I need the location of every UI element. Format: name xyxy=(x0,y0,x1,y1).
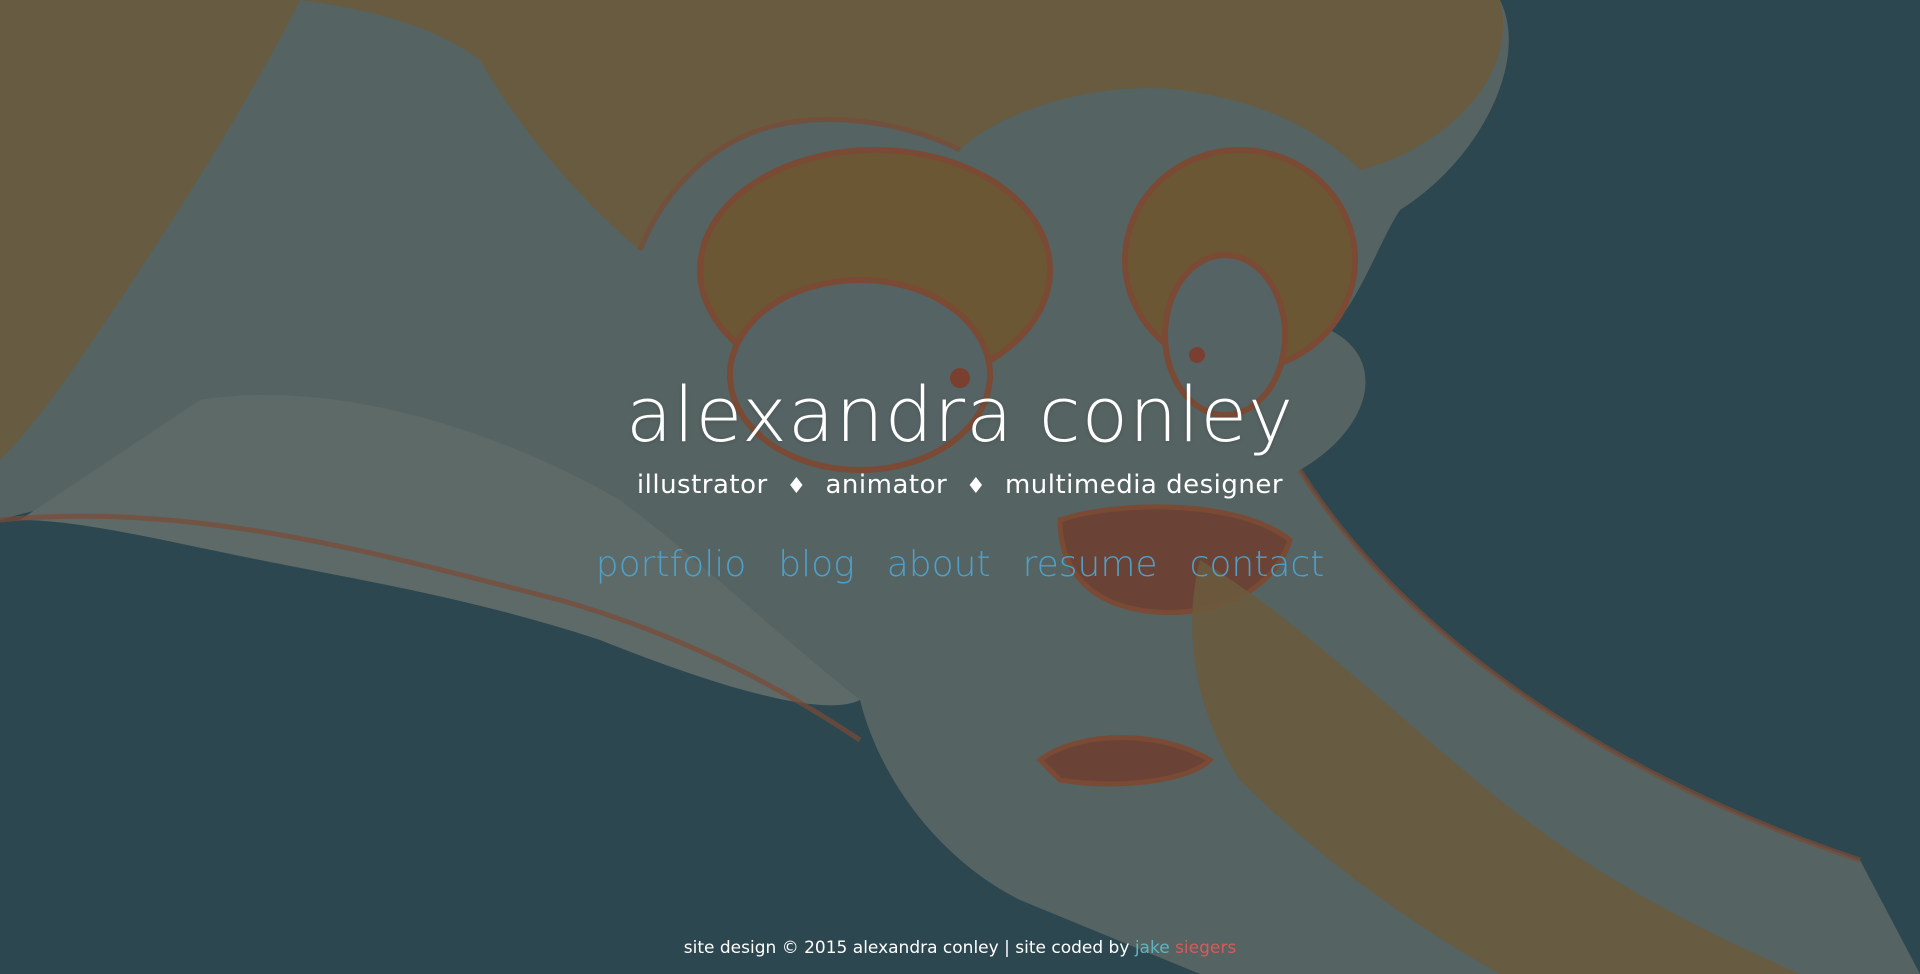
copyright-icon: © xyxy=(781,938,799,958)
footer-coded-by: site coded by xyxy=(1015,938,1130,958)
coder-link[interactable]: jake siegers xyxy=(1135,938,1236,958)
nav-link-resume[interactable]: resume xyxy=(1023,544,1158,585)
hero: alexandra conley illustrator ♦ animator … xyxy=(0,0,1920,974)
nav-link-contact[interactable]: contact xyxy=(1190,544,1325,585)
main-nav: portfolio blog about resume contact xyxy=(0,544,1920,585)
footer-year-owner: 2015 alexandra conley xyxy=(804,938,999,958)
coder-first-name: jake xyxy=(1134,938,1170,958)
footer: site design © 2015 alexandra conley | si… xyxy=(0,938,1920,958)
footer-prefix: site design xyxy=(683,938,777,958)
role-multimedia-designer: multimedia designer xyxy=(1004,470,1284,500)
footer-divider: | xyxy=(1004,938,1010,958)
nav-link-portfolio[interactable]: portfolio xyxy=(596,544,747,585)
role-animator: animator xyxy=(825,470,948,500)
nav-link-about[interactable]: about xyxy=(887,544,991,585)
site-title: alexandra conley xyxy=(625,370,1295,459)
coder-last-name: siegers xyxy=(1175,938,1237,958)
diamond-separator-icon: ♦ xyxy=(965,474,987,499)
tagline: illustrator ♦ animator ♦ multimedia desi… xyxy=(0,470,1920,500)
role-illustrator: illustrator xyxy=(636,470,768,500)
diamond-separator-icon: ♦ xyxy=(786,474,807,499)
nav-link-blog[interactable]: blog xyxy=(778,544,854,585)
